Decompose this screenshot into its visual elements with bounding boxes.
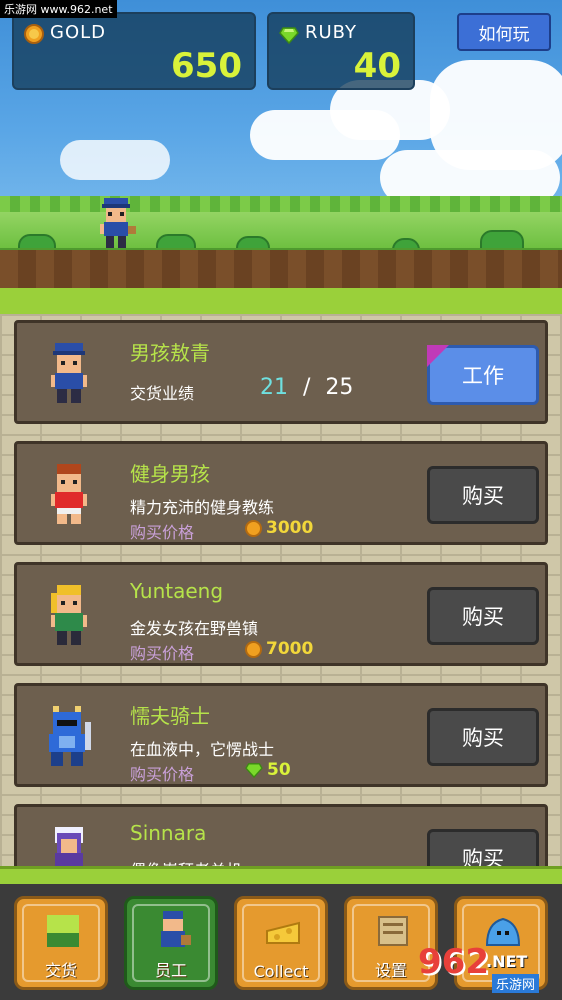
ruby-label: RUBY	[305, 22, 358, 43]
gold-counter: GOLD 650	[12, 12, 256, 90]
ground	[0, 250, 562, 290]
cloud	[60, 140, 170, 180]
scroll-icon	[378, 916, 408, 946]
price: 50	[245, 760, 291, 780]
gold-coin-icon	[245, 519, 262, 537]
ruby-gem-icon	[245, 763, 263, 778]
character-name: 懦夫骑士	[130, 704, 210, 728]
worker-card: 男孩敖青 交货业绩 21 / 25 工作	[14, 320, 548, 424]
price-value: 7000	[266, 639, 314, 659]
delivery-progress-slash: /	[303, 375, 311, 400]
delivery-performance-label: 交货业绩	[130, 384, 195, 403]
gold-coin-icon	[24, 24, 44, 44]
logo-number: 962	[418, 942, 489, 982]
gold-value: 650	[171, 46, 242, 86]
delivery-progress-target: 25	[325, 375, 354, 400]
character-name: Sinnara	[130, 821, 207, 845]
watermark: 乐游网 www.962.net	[0, 0, 117, 18]
worker-icon	[161, 911, 191, 947]
character-description: 在血液中，它愣战士	[130, 740, 275, 759]
delivery-progress: 21 / 25	[260, 375, 353, 400]
blonde-girl-avatar	[51, 585, 87, 645]
nav-label: 员工	[154, 961, 187, 980]
knight-avatar	[49, 706, 91, 766]
game-scene: GOLD 650 RUBY 40 如何玩	[0, 0, 562, 290]
price-value: 50	[267, 760, 291, 780]
site-logo: 962 .NET 乐游网	[418, 942, 558, 998]
character-name: 健身男孩	[130, 462, 210, 486]
price-label: 购买价格	[130, 765, 195, 784]
shop-card: 健身男孩 精力充沛的健身教练 购买价格 3000 购买	[14, 441, 548, 545]
buy-button[interactable]: 购买	[427, 466, 539, 524]
price: 7000	[245, 639, 313, 659]
fitness-boy-avatar	[51, 464, 87, 524]
shop-card: 懦夫骑士 在血液中，它愣战士 购买价格 50 购买	[14, 683, 548, 787]
gold-coin-icon	[245, 640, 262, 658]
character-description: 精力充沛的健身教练	[130, 498, 275, 517]
ruby-gem-icon	[279, 27, 299, 44]
worker-name: 男孩敖青	[130, 341, 210, 365]
delivery-boy-sprite	[100, 198, 136, 248]
cube-icon	[47, 915, 79, 947]
corner-flag-icon	[427, 345, 449, 367]
character-description: 金发女孩在野兽镇	[130, 619, 259, 638]
nav-delivery-button[interactable]: 交货	[14, 896, 108, 990]
price-label: 购买价格	[130, 644, 195, 663]
cheese-icon	[266, 921, 300, 944]
logo-suffix: .NET	[486, 952, 528, 971]
gold-label: GOLD	[50, 22, 107, 43]
price-value: 3000	[266, 518, 314, 538]
price: 3000	[245, 518, 313, 538]
work-button-label: 工作	[462, 364, 504, 388]
buy-button[interactable]: 购买	[427, 708, 539, 766]
shop-card: Yuntaeng 金发女孩在野兽镇 购买价格 7000 购买	[14, 562, 548, 666]
nav-label: 交货	[44, 961, 77, 980]
work-button[interactable]: 工作	[427, 345, 539, 405]
delivery-progress-current: 21	[260, 375, 288, 400]
grass-edge	[0, 196, 562, 212]
logo-subtitle: 乐游网	[492, 974, 540, 993]
delivery-boy-avatar	[51, 343, 87, 403]
buy-button[interactable]: 购买	[427, 587, 539, 645]
nav-collect-button[interactable]: Collect	[234, 896, 328, 990]
ruby-value: 40	[353, 46, 401, 86]
character-name: Yuntaeng	[130, 579, 224, 603]
ruby-counter: RUBY 40	[267, 12, 415, 90]
nav-staff-button[interactable]: 员工	[124, 896, 218, 990]
price-label: 购买价格	[130, 523, 195, 542]
how-to-play-button[interactable]: 如何玩	[457, 13, 551, 51]
nav-label: Collect	[253, 962, 309, 981]
